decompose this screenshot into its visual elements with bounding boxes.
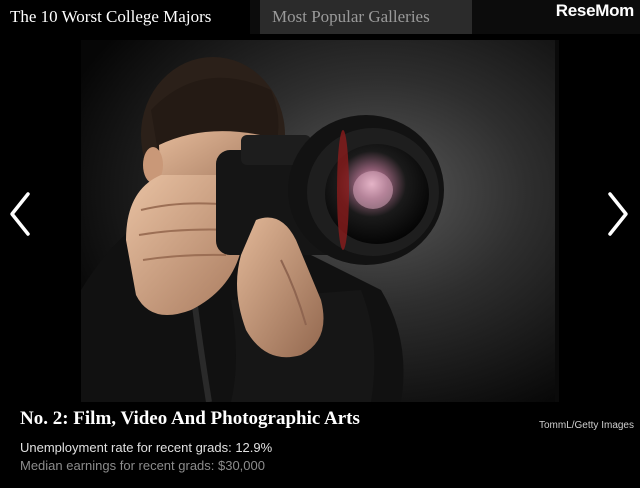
slide-photo: [81, 40, 559, 402]
chevron-right-icon: [608, 192, 628, 236]
unemployment-rate-stat: Unemployment rate for recent grads: 12.9…: [20, 440, 273, 455]
gallery-tab-bar: The 10 Worst College Majors Most Popular…: [0, 0, 640, 34]
median-earnings-stat: Median earnings for recent grads: $30,00…: [20, 458, 265, 473]
next-slide-button[interactable]: [602, 186, 634, 242]
tab-most-popular-galleries[interactable]: Most Popular Galleries: [260, 0, 472, 34]
previous-slide-button[interactable]: [4, 186, 36, 242]
slideshow-page: The 10 Worst College Majors Most Popular…: [0, 0, 640, 488]
photo-stage: TommL/Getty Images: [0, 34, 640, 431]
tab-worst-college-majors[interactable]: The 10 Worst College Majors: [0, 0, 250, 34]
chevron-left-icon: [10, 192, 30, 236]
slide-title: No. 2: Film, Video And Photographic Arts: [20, 408, 360, 429]
photographer-photo-image: [81, 40, 559, 402]
slide-caption: No. 2: Film, Video And Photographic Arts…: [20, 408, 620, 475]
resemom-logo[interactable]: ReseMom: [556, 1, 635, 21]
